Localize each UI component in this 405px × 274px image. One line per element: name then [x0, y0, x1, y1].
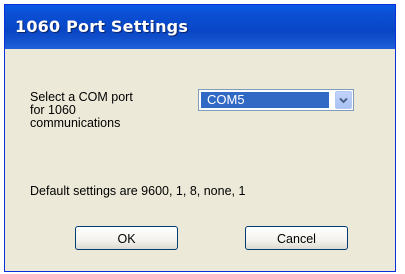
- com-port-select[interactable]: COM5: [198, 89, 354, 111]
- title-bar[interactable]: 1060 Port Settings: [5, 5, 395, 49]
- chevron-down-icon: [339, 97, 348, 104]
- dialog-window: 1060 Port Settings Select a COM port for…: [4, 4, 396, 272]
- cancel-button[interactable]: Cancel: [245, 226, 348, 250]
- com-port-selected-value: COM5: [201, 92, 329, 108]
- ok-button[interactable]: OK: [75, 226, 178, 250]
- dropdown-button[interactable]: [335, 91, 352, 109]
- dialog-body: Select a COM port for 1060 communication…: [11, 49, 389, 271]
- com-port-label: Select a COM port for 1060 communication…: [30, 90, 133, 130]
- window-title: 1060 Port Settings: [15, 17, 189, 36]
- default-settings-text: Default settings are 9600, 1, 8, none, 1: [30, 184, 246, 198]
